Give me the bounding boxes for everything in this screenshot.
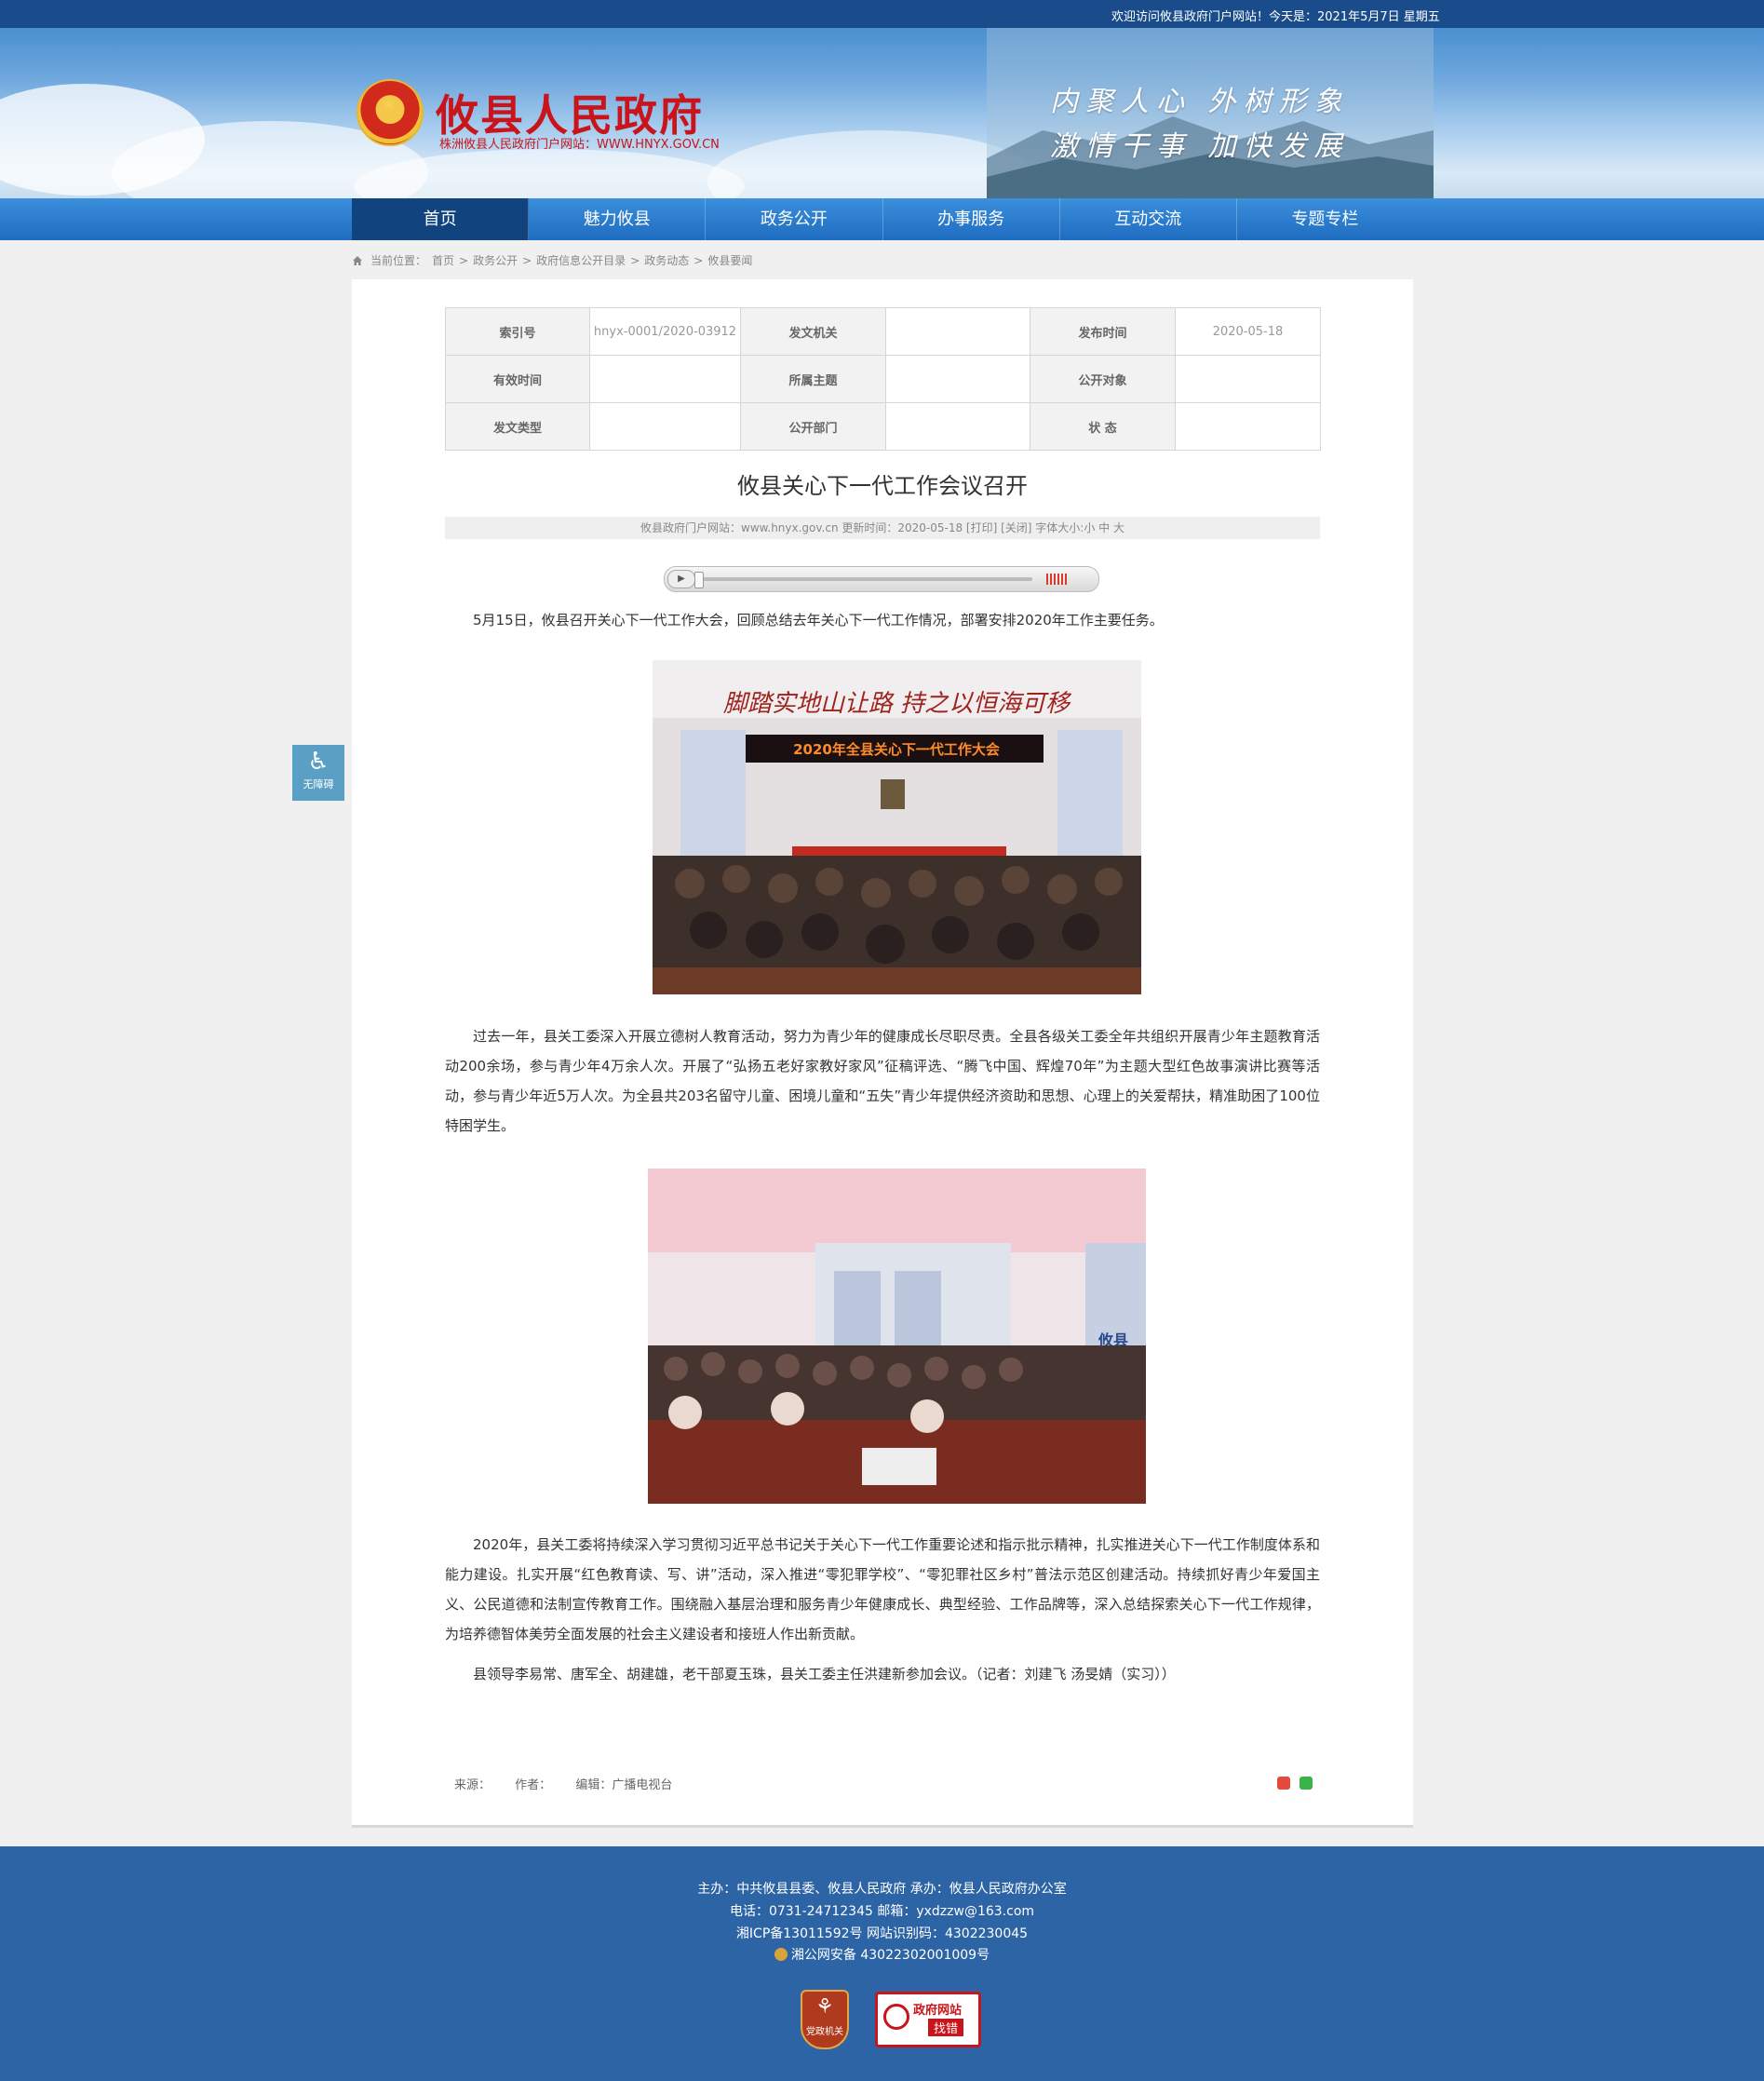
weibo-share-icon[interactable] (1277, 1777, 1290, 1790)
audio-player: ▶ (664, 566, 1099, 592)
accessibility-label: 无障碍 (303, 778, 334, 791)
site-footer: 主办：中共攸县县委、攸县人民政府 承办：攸县人民政府办公室 电话：0731-24… (0, 1846, 1764, 2081)
volume-icon[interactable] (1046, 574, 1067, 585)
breadcrumb-info-catalog[interactable]: 政府信息公开目录 (536, 252, 626, 268)
meta-issuer-label: 发文机关 (740, 307, 886, 356)
meta-status-value (1175, 402, 1321, 451)
footer-sponsor: 主办：中共攸县县委、攸县人民政府 承办：攸县人民政府办公室 (697, 1882, 1067, 1897)
party-gov-badge-text: 党政机关 (806, 2027, 843, 2037)
article-paragraph-1: 5月15日，攸县召开关心下一代工作大会，回顾总结去年关心下一代工作情况，部署安排… (473, 612, 1164, 628)
nav-item-special-topics[interactable]: 专题专栏 (1237, 198, 1413, 240)
wechat-share-icon[interactable] (1299, 1777, 1313, 1790)
play-icon: ▶ (678, 574, 685, 584)
slogan-line-1: 内聚人心 外树形象 (1050, 86, 1350, 118)
meta-topic-label: 所属主题 (740, 355, 886, 403)
meta-issuer-value (885, 307, 1030, 356)
meta-date-label: 发布时间 (1030, 307, 1176, 356)
meta-audience-label: 公开对象 (1030, 355, 1176, 403)
meta-topic-value (885, 355, 1030, 403)
breadcrumb: 当前位置： 首页 > 政务公开 > 政府信息公开目录 > 政务动态 > 攸县要闻 (352, 252, 752, 268)
meta-index-label: 索引号 (445, 307, 590, 356)
article-author: 作者： (515, 1778, 552, 1792)
meta-type-value (589, 402, 741, 451)
seek-handle[interactable] (694, 572, 704, 588)
site-subtitle: 株洲攸县人民政府门户网站：WWW.HNYX.GOV.CN (439, 138, 720, 152)
footer-contact: 电话：0731-24712345 邮箱：yxdzzw@163.com (729, 1904, 1035, 1919)
footer-police-record[interactable]: 湘公网安备 43022302001009号 (791, 1948, 990, 1963)
wheelchair-icon: ♿ (307, 748, 330, 776)
welcome-text: 欢迎访问攸县政府门户网站！今天是：2021年5月7日 星期五 (1111, 10, 1440, 24)
article-photo-2: 攸县 (648, 1169, 1146, 1504)
nav-item-interaction[interactable]: 互动交流 (1060, 198, 1237, 240)
party-gov-badge[interactable]: ⚘ 党政机关 (801, 1990, 849, 2049)
main-nav: 首页 魅力攸县 政务公开 办事服务 互动交流 专题专栏 (0, 198, 1764, 240)
meta-status-label: 状 态 (1030, 402, 1176, 451)
photo1-banner-text: 脚踏实地山让路 持之以恒海可移 (723, 690, 1072, 718)
meta-dept-label: 公开部门 (740, 402, 886, 451)
nav-item-government-affairs[interactable]: 政务公开 (706, 198, 883, 240)
header-banner: ★ 攸县人民政府 株洲攸县人民政府门户网站：WWW.HNYX.GOV.CN 内聚… (0, 28, 1764, 198)
meta-type-label: 发文类型 (445, 402, 590, 451)
badge-emblem-icon: ⚘ (815, 1995, 834, 2019)
article-source: 来源： (454, 1778, 491, 1792)
seek-track[interactable] (697, 577, 1032, 581)
meta-valid-value (589, 355, 741, 403)
nav-item-home[interactable]: 首页 (352, 198, 530, 240)
home-icon (353, 255, 362, 265)
gov-site-label: 政府网站 (913, 2004, 963, 2018)
nav-item-services[interactable]: 办事服务 (883, 198, 1060, 240)
breadcrumb-home[interactable]: 首页 (432, 252, 454, 268)
breadcrumb-government-news[interactable]: 政务动态 (644, 252, 689, 268)
national-emblem-icon: ★ (357, 79, 424, 146)
breadcrumb-prefix: 当前位置： (370, 254, 427, 267)
article-info-bar: 攸县政府门户网站：www.hnyx.gov.cn 更新时间：2020-05-18… (445, 517, 1320, 539)
article-title: 攸县关心下一代工作会议召开 (737, 473, 1028, 499)
report-error-label: 找错 (928, 2019, 964, 2036)
article-paragraph-4: 县领导李易常、唐军全、胡建雄，老干部夏玉珠，县关工委主任洪建新参加会议。（记者：… (473, 1666, 1176, 1682)
gov-site-error-report[interactable]: 政府网站 找错 (875, 1992, 981, 2047)
article-editor: 编辑：广播电视台 (575, 1778, 673, 1792)
police-badge-icon (774, 1948, 788, 1961)
accessibility-button[interactable]: ♿ 无障碍 (292, 745, 344, 801)
meta-date-value: 2020-05-18 (1175, 307, 1321, 356)
slogan-line-2: 激情干事 加快发展 (1050, 130, 1350, 163)
play-button[interactable]: ▶ (667, 570, 695, 588)
meta-valid-label: 有效时间 (445, 355, 590, 403)
article-photo-1: 脚踏实地山让路 持之以恒海可移 2020年全县关心下一代工作大会 (653, 660, 1141, 994)
article-footer-meta: 来源： 作者： 编辑：广播电视台 (454, 1775, 693, 1792)
magnifier-icon (883, 2004, 909, 2030)
meta-dept-value (885, 402, 1030, 451)
breadcrumb-county-news[interactable]: 攸县要闻 (707, 252, 752, 268)
footer-icp[interactable]: 湘ICP备13011592号 网站识别码：4302230045 (0, 1924, 1764, 1942)
article-panel: 索引号 hnyx-0001/2020-03912 发文机关 发布时间 2020-… (352, 279, 1413, 1828)
article-paragraph-2: 过去一年，县关工委深入开展立德树人教育活动，努力为青少年的健康成长尽职尽责。全县… (445, 1028, 1320, 1134)
document-meta-table: 索引号 hnyx-0001/2020-03912 发文机关 发布时间 2020-… (445, 307, 1321, 451)
photo1-screen-text: 2020年全县关心下一代工作大会 (793, 741, 1000, 758)
article-paragraph-3: 2020年，县关工委将持续深入学习贯彻习近平总书记关于关心下一代工作重要论述和指… (445, 1536, 1320, 1642)
breadcrumb-government-affairs[interactable]: 政务公开 (473, 252, 518, 268)
nav-item-charm-youxian[interactable]: 魅力攸县 (529, 198, 707, 240)
meta-index-value: hnyx-0001/2020-03912 (589, 307, 741, 356)
meta-audience-value (1175, 355, 1321, 403)
top-bar: 欢迎访问攸县政府门户网站！今天是：2021年5月7日 星期五 (0, 0, 1764, 28)
